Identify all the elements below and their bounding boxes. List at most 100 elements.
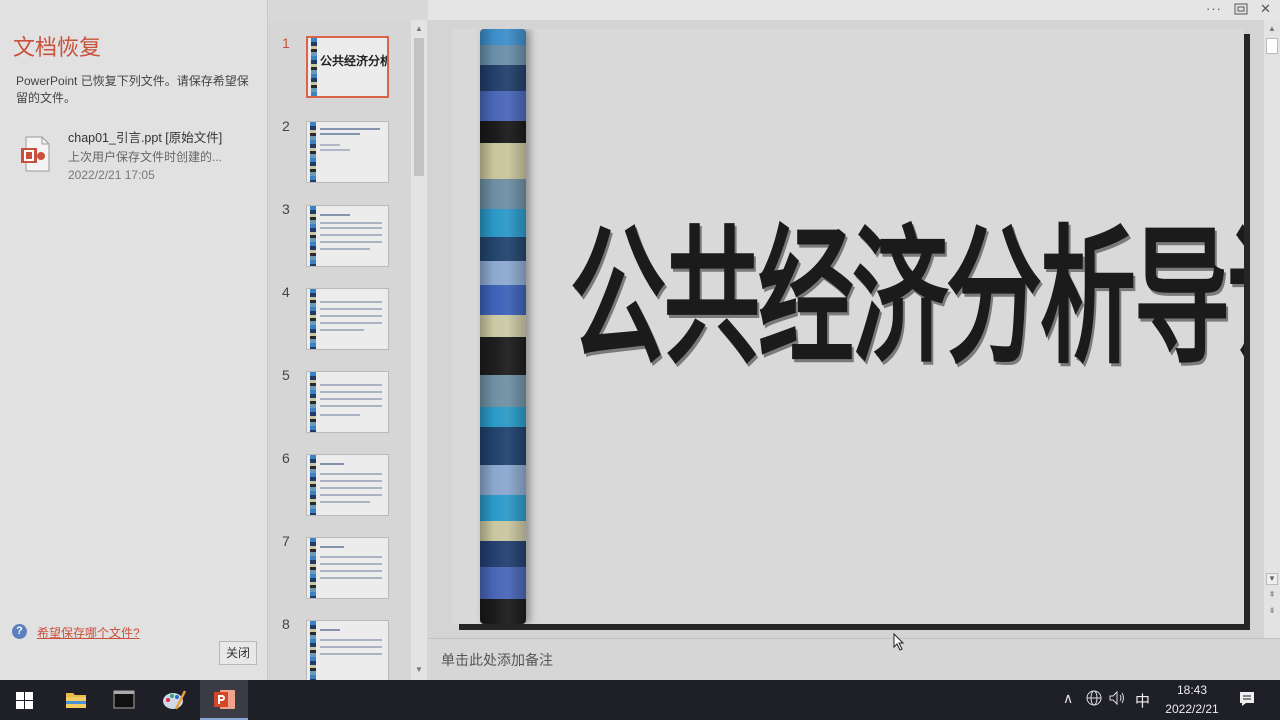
thumbnail-text-line [320, 128, 380, 130]
show-hidden-icons-icon[interactable]: ∧ [1063, 690, 1073, 707]
scrollbar-thumb[interactable] [414, 38, 424, 176]
scroll-up-icon[interactable]: ▲ [411, 24, 427, 33]
thumbnail-text-line [320, 414, 360, 416]
thumbnail-strip [310, 289, 316, 349]
slide-title[interactable]: 公共经济分析导论 [570, 177, 1244, 392]
powerpoint-icon [214, 690, 235, 709]
file-explorer-button[interactable] [52, 680, 100, 720]
thumbnail-text-line [320, 546, 344, 548]
slide-number: 6 [282, 450, 290, 466]
slide-number: 4 [282, 284, 290, 300]
next-slide-icon[interactable]: ⇟ [1264, 606, 1280, 615]
slide-thumbnail-4[interactable] [306, 288, 389, 350]
thumbnail-strip [310, 455, 316, 515]
thumbnail-text-line [320, 227, 382, 229]
paint-app-button[interactable] [150, 680, 198, 720]
terminal-button[interactable] [100, 680, 148, 720]
thumbnail-text-line [320, 405, 382, 407]
thumbnail-strip [311, 38, 317, 96]
thumbnail-text-line [320, 639, 382, 641]
thumbnail-text-line [320, 391, 382, 393]
start-button[interactable] [0, 680, 48, 720]
thumbnail-text-line [320, 563, 382, 565]
slide-thumbnail-6[interactable] [306, 454, 389, 516]
more-options-icon[interactable]: ··· [1206, 1, 1222, 16]
thumbnail-strip [310, 621, 316, 681]
thumbnail-text-line [320, 133, 360, 135]
slide-thumbnail-8[interactable] [306, 620, 389, 682]
network-icon[interactable] [1086, 690, 1102, 710]
slide-thumbnail-2[interactable] [306, 121, 389, 183]
editor-scrollbar[interactable]: ▲ ▼ ⇞ ⇟ [1264, 20, 1280, 638]
scroll-up-icon[interactable]: ▲ [1264, 24, 1280, 33]
scroll-down-icon[interactable]: ▼ [1266, 573, 1278, 585]
thumbnail-title: 公共经济分析导论 [320, 54, 387, 68]
recovered-file-subtitle: 上次用户保存文件时创建的... [68, 150, 223, 164]
slide-number: 5 [282, 367, 290, 383]
thumbnail-scrollbar[interactable]: ▲ ▼ [411, 20, 427, 680]
thumbnail-text-line [320, 494, 382, 496]
recovered-file-date: 2022/2/21 17:05 [68, 168, 155, 182]
clock-date[interactable]: 2022/2/21 [1156, 702, 1228, 716]
recovered-file-item[interactable]: chap01_引言.ppt [原始文件] 上次用户保存文件时创建的... 202… [16, 124, 261, 186]
windows-taskbar: ∧ 中 18:43 2022/2/21 [0, 680, 1280, 720]
scroll-down-icon[interactable]: ▼ [411, 665, 427, 674]
recovered-file-name: chap01_引言.ppt [原始文件] [68, 131, 223, 145]
help-icon[interactable]: ? [12, 624, 27, 639]
thumbnail-text-line [320, 629, 340, 631]
document-recovery-pane: 文档恢复 PowerPoint 已恢复下列文件。请保存希望保留的文件。 chap… [0, 0, 268, 680]
thumbnail-text-line [320, 315, 382, 317]
windows-logo-icon [16, 692, 33, 709]
slide-thumbnail-1[interactable]: 公共经济分析导论 [306, 36, 389, 98]
thumbnail-text-line [320, 234, 382, 236]
thumbnail-strip [310, 538, 316, 598]
close-button[interactable]: 关闭 [219, 641, 257, 665]
thumbnail-text-line [320, 646, 382, 648]
scrollbar-thumb[interactable] [1266, 38, 1278, 54]
thumbnail-text-line [320, 501, 370, 503]
notes-placeholder[interactable]: 单击此处添加备注 [441, 650, 553, 670]
close-window-icon[interactable]: ✕ [1260, 1, 1271, 17]
thumbnail-text-line [320, 301, 382, 303]
window-top-bar: ··· ✕ [428, 0, 1280, 20]
notification-center-icon[interactable] [1238, 690, 1256, 708]
thumbnail-text-line [320, 322, 382, 324]
thumbnail-strip [310, 372, 316, 432]
thumbnail-text-line [320, 214, 350, 216]
thumbnail-text-line [320, 241, 382, 243]
slide-thumbnail-3[interactable] [306, 205, 389, 267]
thumbnail-strip [310, 122, 316, 182]
volume-icon[interactable] [1108, 690, 1126, 709]
thumbnail-text-line [320, 570, 382, 572]
slide-thumbnail-5[interactable] [306, 371, 389, 433]
powerpoint-button[interactable] [200, 680, 248, 720]
thumbnail-text-line [320, 398, 382, 400]
slide-number: 1 [282, 35, 290, 51]
thumbnail-text-line [320, 384, 382, 386]
clock-time[interactable]: 18:43 [1160, 683, 1224, 697]
slide-thumbnail-pane: 1 公共经济分析导论 2 3 4 5 6 [268, 20, 428, 682]
notes-pane[interactable]: 单击此处添加备注 [428, 638, 1280, 680]
thumbnail-text-line [320, 144, 340, 146]
help-link[interactable]: 希望保存哪个文件? [37, 624, 140, 641]
input-method-indicator[interactable]: 中 [1135, 690, 1150, 711]
previous-slide-icon[interactable]: ⇞ [1264, 590, 1280, 599]
slide-number: 2 [282, 118, 290, 134]
thumbnail-text-line [320, 577, 382, 579]
thumbnail-text-line [320, 487, 382, 489]
slide-number: 8 [282, 616, 290, 632]
current-slide[interactable]: 公共经济分析导论 [452, 29, 1244, 624]
thumbnail-text-line [320, 308, 382, 310]
decorative-strip [480, 29, 526, 624]
thumbnail-text-line [320, 653, 382, 655]
thumbnail-text-line [320, 463, 344, 465]
terminal-icon [113, 690, 135, 709]
recovery-description: PowerPoint 已恢复下列文件。请保存希望保留的文件。 [16, 74, 249, 105]
slide-number: 7 [282, 533, 290, 549]
powerpoint-file-icon [20, 136, 50, 172]
recovery-title: 文档恢复 [13, 35, 102, 60]
thumbnail-text-line [320, 329, 364, 331]
restore-window-icon[interactable] [1234, 2, 1248, 18]
thumbnail-text-line [320, 480, 382, 482]
slide-thumbnail-7[interactable] [306, 537, 389, 599]
